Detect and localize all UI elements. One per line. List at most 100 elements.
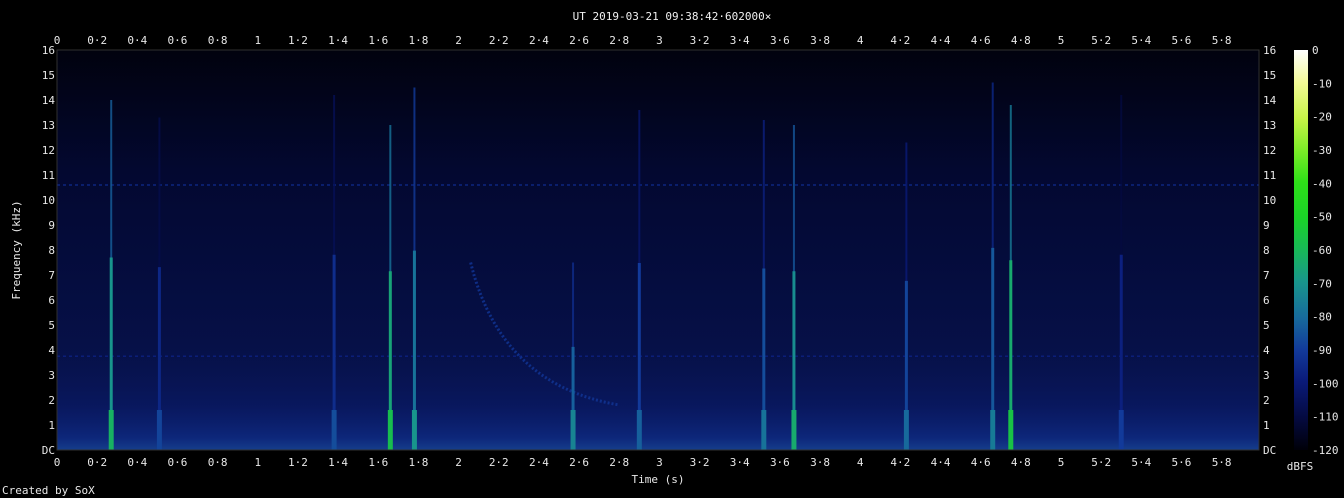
- y-left-tick-label: 6: [48, 294, 55, 307]
- colorbar-tick-label: -90: [1312, 344, 1332, 357]
- x-bottom-tick-label: 0·6: [168, 456, 188, 469]
- y-left-tick-label: 16: [42, 44, 55, 57]
- y-left-tick-label: 1: [48, 419, 55, 432]
- y-right-tick-label: 15: [1263, 69, 1276, 82]
- y-axis-right: DC12345678910111213141516: [1263, 44, 1277, 457]
- x-bottom-tick-label: 3·8: [810, 456, 830, 469]
- x-bottom-tick-label: 1·4: [328, 456, 348, 469]
- colorbar-tick-label: -10: [1312, 77, 1332, 90]
- x-bottom-tick-label: 2·4: [529, 456, 549, 469]
- x-top-tick-label: 1: [254, 34, 261, 47]
- colorbar-tick-label: -120: [1312, 444, 1339, 457]
- x-bottom-tick-label: 5·2: [1091, 456, 1111, 469]
- x-top-tick-label: 5·2: [1091, 34, 1111, 47]
- x-top-tick-label: 2·2: [489, 34, 509, 47]
- colorbar-tick-label: -110: [1312, 411, 1339, 424]
- x-top-tick-label: 1·2: [288, 34, 308, 47]
- x-bottom-tick-label: 3·4: [730, 456, 750, 469]
- y-left-tick-label: 4: [48, 344, 55, 357]
- x-axis-top: 0 0·2 0·4 0·6 0·8 1 1·2 1·4 1·6 1·8 2 2·2 2·4 2·6 2·8 3…: [54, 34, 1232, 47]
- y-right-tick-label: 11: [1263, 169, 1276, 182]
- low-frequency-band: [57, 325, 1259, 450]
- y-right-tick-label: 10: [1263, 194, 1276, 207]
- colorbar-tick-label: -80: [1312, 311, 1332, 324]
- colorbar-tick-label: -20: [1312, 111, 1332, 124]
- x-bottom-tick-label: 3: [656, 456, 663, 469]
- spectrogram-figure: UT 2019-03-21 09:38:42·602000× 0 0·2 0·4 0·…: [2, 10, 1339, 497]
- x-top-tick-label: 2·4: [529, 34, 549, 47]
- x-top-tick-label: 4·6: [971, 34, 991, 47]
- x-bottom-tick-label: 0·8: [208, 456, 228, 469]
- x-bottom-tick-label: 4·6: [971, 456, 991, 469]
- x-top-tick-label: 4·4: [931, 34, 951, 47]
- x-top-tick-label: 0·6: [168, 34, 188, 47]
- y-right-tick-label: 2: [1263, 394, 1270, 407]
- x-bottom-tick-label: 2: [455, 456, 462, 469]
- y-right-tick-label: 7: [1263, 269, 1270, 282]
- x-axis-bottom: 0 0·2 0·4 0·6 0·8 1 1·2 1·4 1·6 1·8 2 2·2 2·4 2·6 2·8 3…: [54, 456, 1232, 469]
- y-left-tick-label: 10: [42, 194, 55, 207]
- x-top-tick-label: 1·8: [409, 34, 429, 47]
- x-top-tick-label: 3·6: [770, 34, 790, 47]
- colorbar-tick-label: -50: [1312, 211, 1332, 224]
- x-top-tick-label: 3: [656, 34, 663, 47]
- y-left-tick-label: 2: [48, 394, 55, 407]
- y-right-tick-label: 14: [1263, 94, 1277, 107]
- x-bottom-tick-label: 3·6: [770, 456, 790, 469]
- x-bottom-tick-label: 1: [254, 456, 261, 469]
- y-left-tick-label: DC: [42, 444, 55, 457]
- colorbar-tick-label: -60: [1312, 244, 1332, 257]
- x-top-tick-label: 2·8: [609, 34, 629, 47]
- x-top-tick-label: 0·4: [127, 34, 147, 47]
- plot-area: [57, 50, 1259, 450]
- y-left-tick-label: 13: [42, 119, 55, 132]
- y-right-tick-label: 12: [1263, 144, 1276, 157]
- y-right-tick-label: 6: [1263, 294, 1270, 307]
- colorbar-tick-label: -70: [1312, 277, 1332, 290]
- y-left-tick-label: 12: [42, 144, 55, 157]
- y-right-tick-label: 13: [1263, 119, 1276, 132]
- x-top-tick-label: 4: [857, 34, 864, 47]
- y-right-tick-label: 5: [1263, 319, 1270, 332]
- x-top-tick-label: 3·8: [810, 34, 830, 47]
- x-bottom-tick-label: 0·4: [127, 456, 147, 469]
- colorbar-label: dBFS: [1287, 460, 1314, 473]
- x-top-tick-label: 0·2: [87, 34, 107, 47]
- x-bottom-tick-label: 5·4: [1131, 456, 1151, 469]
- y-left-tick-label: 14: [42, 94, 56, 107]
- colorbar-ticks: 0 -10 -20 -30 -40 -50 -60 -70 -80 -90 -100 -110 -120: [1312, 44, 1339, 457]
- colorbar-tick-label: 0: [1312, 44, 1319, 57]
- y-axis-label: Frequency (kHz): [10, 200, 23, 299]
- x-bottom-tick-label: 1·6: [368, 456, 388, 469]
- x-bottom-tick-label: 2·6: [569, 456, 589, 469]
- y-axis-left: DC12345678910111213141516: [42, 44, 56, 457]
- y-left-tick-label: 15: [42, 69, 55, 82]
- y-left-tick-label: 11: [42, 169, 55, 182]
- y-right-tick-label: 9: [1263, 219, 1270, 232]
- colorbar-gradient: [1294, 50, 1308, 450]
- y-left-tick-label: 7: [48, 269, 55, 282]
- x-top-tick-label: 5·8: [1212, 34, 1232, 47]
- x-bottom-tick-label: 5·8: [1212, 456, 1232, 469]
- x-bottom-tick-label: 1·2: [288, 456, 308, 469]
- x-top-tick-label: 4·2: [890, 34, 910, 47]
- y-right-tick-label: 8: [1263, 244, 1270, 257]
- y-right-tick-label: 16: [1263, 44, 1276, 57]
- x-bottom-tick-label: 4·8: [1011, 456, 1031, 469]
- y-right-tick-label: 3: [1263, 369, 1270, 382]
- x-bottom-tick-label: 5·6: [1172, 456, 1192, 469]
- chart-title: UT 2019-03-21 09:38:42·602000×: [573, 10, 772, 23]
- y-left-tick-label: 3: [48, 369, 55, 382]
- x-bottom-tick-label: 4·2: [890, 456, 910, 469]
- x-bottom-tick-label: 1·8: [409, 456, 429, 469]
- colorbar-tick-label: -100: [1312, 377, 1339, 390]
- colorbar-tick-label: -40: [1312, 177, 1332, 190]
- y-left-tick-label: 8: [48, 244, 55, 257]
- y-left-tick-label: 5: [48, 319, 55, 332]
- x-top-tick-label: 3·4: [730, 34, 750, 47]
- x-bottom-tick-label: 2·8: [609, 456, 629, 469]
- x-top-tick-label: 5: [1058, 34, 1065, 47]
- x-bottom-tick-label: 5: [1058, 456, 1065, 469]
- x-top-tick-label: 4·8: [1011, 34, 1031, 47]
- x-top-tick-label: 2: [455, 34, 462, 47]
